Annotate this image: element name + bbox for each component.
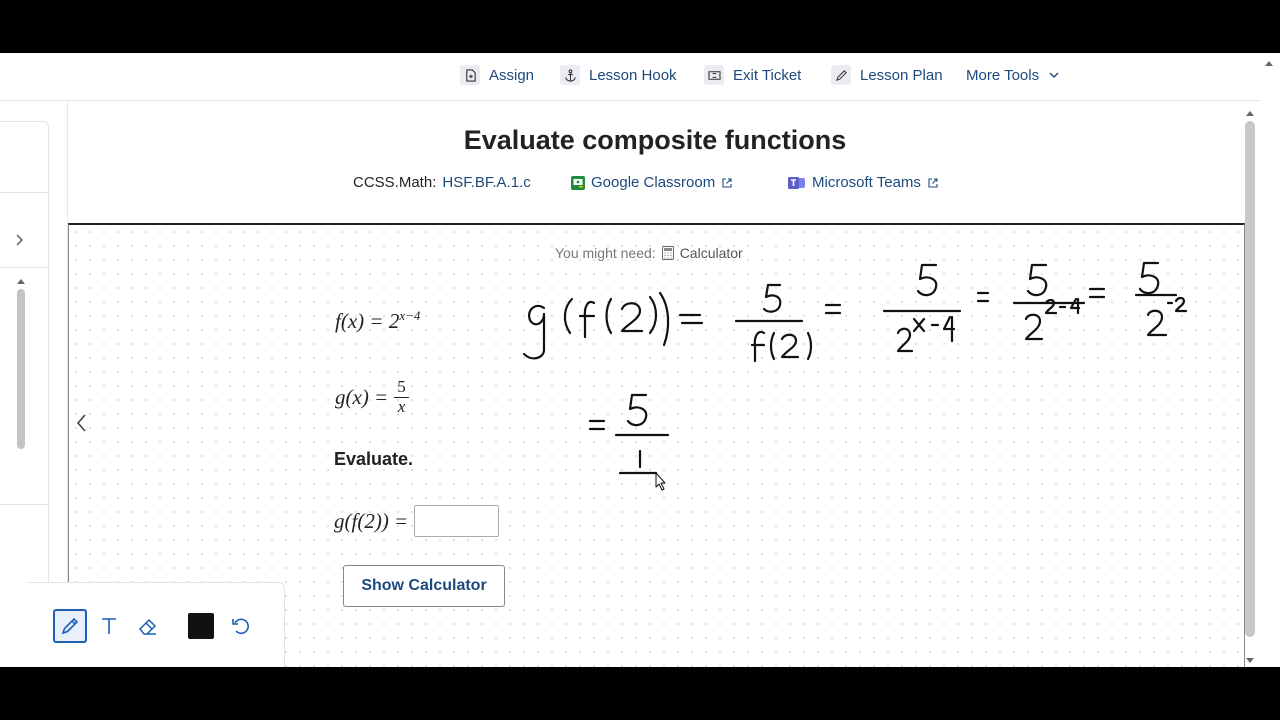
exit-ticket-label: Exit Ticket	[733, 66, 802, 84]
lesson-hook-button[interactable]: Lesson Hook	[560, 65, 677, 85]
g-denominator: x	[397, 396, 406, 416]
anchor-icon	[560, 65, 580, 85]
eraser-icon	[138, 618, 157, 635]
lesson-plan-button[interactable]: Lesson Plan	[831, 65, 943, 85]
question-expression: g(f(2)) =	[334, 505, 500, 537]
scroll-up-arrow[interactable]	[16, 277, 26, 285]
show-calculator-button[interactable]: Show Calculator	[343, 565, 505, 607]
undo-button[interactable]	[223, 609, 257, 643]
assign-button[interactable]: Assign	[460, 65, 534, 85]
calculator-icon	[661, 246, 674, 260]
standard-prefix: CCSS.Math:	[353, 174, 437, 191]
standard-info: CCSS.Math: HSF.BF.A.1.c	[353, 174, 531, 191]
teacher-toolbar: Assign Lesson Hook Exit Ticket Lesson Pl…	[0, 53, 1260, 101]
page-title: Evaluate composite functions	[463, 125, 847, 155]
google-classroom-label: Google Classroom	[591, 174, 716, 191]
f-definition-text: f(x) = 2	[335, 309, 400, 333]
pen-color-swatch	[188, 613, 214, 639]
color-picker-button[interactable]	[184, 609, 218, 643]
text-tool-icon	[102, 618, 116, 634]
text-tool-button[interactable]	[92, 609, 126, 643]
app-window: Assign Lesson Hook Exit Ticket Lesson Pl…	[0, 53, 1280, 667]
ticket-icon	[704, 65, 724, 85]
external-link-icon	[928, 177, 938, 188]
g-fraction: 5 x	[394, 377, 409, 416]
more-tools-label: More Tools	[966, 66, 1040, 84]
sidebar-scrollbar[interactable]	[17, 289, 25, 449]
assign-icon	[460, 65, 480, 85]
exit-ticket-button[interactable]: Exit Ticket	[704, 65, 801, 85]
question-lhs: g(f(2)) =	[334, 508, 409, 533]
f-exponent: x−4	[399, 308, 421, 323]
might-need-label: You might need:	[555, 245, 656, 261]
sidebar-divider	[0, 267, 48, 268]
panel-scroll-down-arrow[interactable]	[1245, 657, 1255, 665]
sidebar-divider	[0, 192, 48, 193]
chevron-down-icon	[1049, 72, 1059, 78]
microsoft-teams-icon	[788, 176, 805, 189]
chevron-left-icon[interactable]	[72, 411, 92, 435]
lesson-hook-label: Lesson Hook	[589, 66, 677, 84]
microsoft-teams-label: Microsoft Teams	[812, 174, 921, 191]
pencil-icon	[831, 65, 851, 85]
drawing-toolbar	[27, 582, 285, 667]
eraser-tool-button[interactable]	[131, 609, 165, 643]
g-definition: g(x) = 5 x	[335, 377, 409, 416]
google-classroom-link[interactable]: Google Classroom	[571, 174, 733, 191]
standard-link[interactable]: HSF.BF.A.1.c	[442, 174, 530, 191]
sidebar-divider	[0, 504, 48, 505]
undo-icon	[232, 618, 249, 635]
might-need-hint: You might need: Calculator	[555, 245, 743, 261]
evaluate-label: Evaluate.	[334, 449, 414, 469]
pen-tool-icon	[61, 617, 79, 635]
microsoft-teams-link[interactable]: Microsoft Teams	[788, 174, 939, 191]
external-link-icon	[722, 177, 732, 188]
lesson-plan-label: Lesson Plan	[860, 66, 943, 84]
g-numerator: 5	[394, 377, 409, 398]
f-definition: f(x) = 2x−4	[335, 308, 420, 334]
google-classroom-icon	[571, 175, 585, 190]
page-scroll-up-arrow[interactable]	[1264, 59, 1274, 67]
more-tools-dropdown[interactable]: More Tools	[966, 65, 1060, 85]
chevron-right-icon[interactable]	[11, 232, 27, 248]
panel-scrollbar[interactable]	[1245, 121, 1255, 637]
calculator-label: Calculator	[679, 245, 743, 261]
answer-input[interactable]	[414, 505, 500, 537]
assign-label: Assign	[489, 66, 535, 84]
pen-tool-button[interactable]	[53, 609, 87, 643]
g-definition-lhs: g(x) =	[335, 384, 389, 409]
panel-scroll-up-arrow[interactable]	[1245, 109, 1255, 117]
